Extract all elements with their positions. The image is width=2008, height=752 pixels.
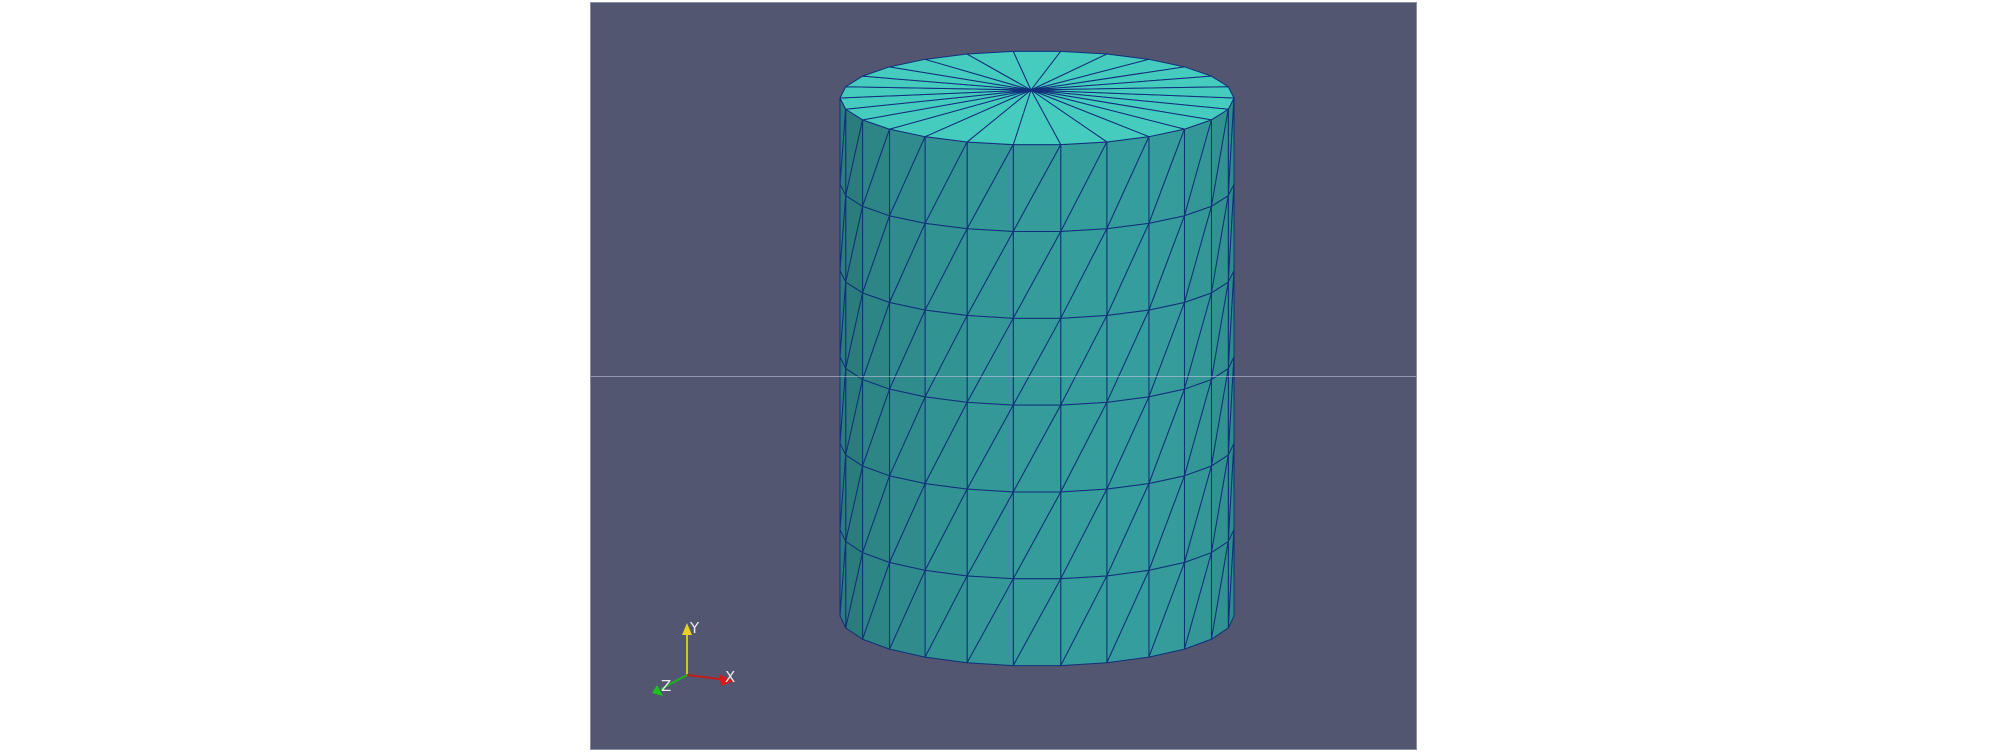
y-axis-label: Y: [689, 619, 700, 637]
z-axis-label: Z: [661, 677, 671, 695]
view-split-line: [591, 376, 1416, 377]
x-axis-label: X: [725, 668, 735, 686]
cylinder-mesh: [839, 50, 1235, 667]
orientation-axes: Y X Z: [652, 619, 735, 696]
render-viewport[interactable]: Y X Z: [590, 2, 1417, 750]
